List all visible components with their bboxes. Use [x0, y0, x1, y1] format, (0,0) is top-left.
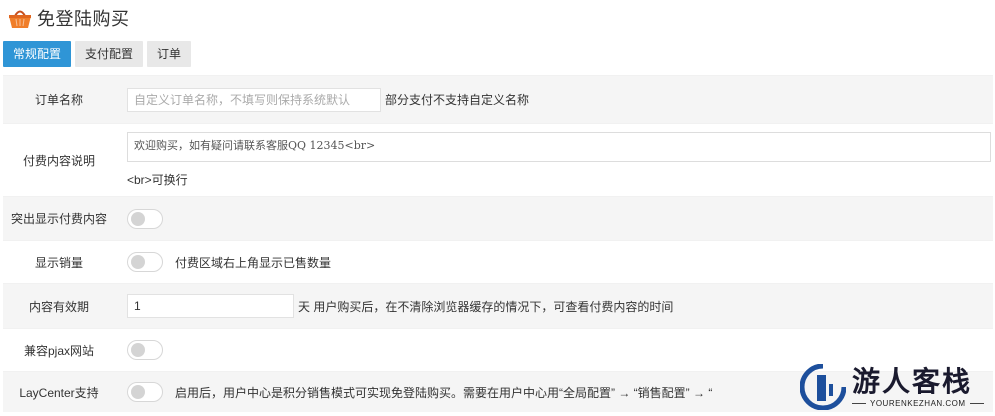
- tab-payment[interactable]: 支付配置: [75, 41, 144, 67]
- highlight-toggle[interactable]: [127, 208, 163, 229]
- order-name-label: 订单名称: [34, 93, 83, 107]
- laycenter-text: 启用后，用户中心是积分销售模式可实现免登陆购买。需要在用户中心用“全局配置” →…: [175, 385, 713, 400]
- tab-orders[interactable]: 订单: [147, 41, 192, 67]
- toggle-knob: [131, 343, 145, 357]
- content-desc-note: <br>可换行: [127, 173, 188, 187]
- show-sales-toggle[interactable]: [127, 252, 163, 272]
- content-desc-label: 付费内容说明: [22, 153, 95, 168]
- laycenter-toggle[interactable]: [127, 382, 163, 402]
- page-header: 免登陆购买: [8, 6, 130, 30]
- row-highlight: 突出显示付费内容: [3, 196, 993, 240]
- tab-general[interactable]: 常规配置: [3, 41, 72, 67]
- validity-label: 内容有效期: [28, 299, 89, 314]
- content-desc-textarea[interactable]: 欢迎购买，如有疑问请联系客服QQ 12345<br>: [127, 132, 991, 162]
- row-order-name: 订单名称 部分支付不支持自定义名称: [3, 75, 993, 123]
- row-content-desc: 付费内容说明 欢迎购买，如有疑问请联系客服QQ 12345<br> <br>可换…: [3, 123, 993, 196]
- row-show-sales: 显示销量 付费区域右上角显示已售数量: [3, 240, 993, 283]
- row-validity: 内容有效期 天 用户购买后，在不清除浏览器缓存的情况下，可查看付费内容的时间: [3, 283, 993, 328]
- toggle-knob: [131, 255, 145, 269]
- show-sales-label: 显示销量: [34, 255, 83, 270]
- pjax-toggle[interactable]: [127, 340, 163, 360]
- validity-help: 天 用户购买后，在不清除浏览器缓存的情况下，可查看付费内容的时间: [298, 299, 674, 314]
- site-watermark: 游人客栈 YOURENKEZHAN.COM: [800, 358, 995, 416]
- toggle-knob: [131, 211, 145, 226]
- basket-icon: [9, 10, 31, 28]
- watermark-url-text: YOURENKEZHAN.COM: [870, 398, 966, 408]
- page-title: 免登陆购买: [37, 9, 130, 29]
- watermark-text: 游人客栈: [852, 366, 973, 398]
- order-name-help: 部分支付不支持自定义名称: [385, 93, 530, 107]
- show-sales-text: 付费区域右上角显示已售数量: [175, 255, 332, 270]
- order-name-input[interactable]: [127, 87, 381, 112]
- validity-days-input[interactable]: [127, 294, 294, 318]
- watermark-logo-icon: [800, 364, 846, 410]
- tab-bar: 常规配置 支付配置 订单: [3, 41, 192, 67]
- laycenter-label: LayCenter支持: [19, 385, 99, 400]
- watermark-url: YOURENKEZHAN.COM: [852, 399, 984, 408]
- pjax-label: 兼容pjax网站: [23, 343, 94, 358]
- highlight-label: 突出显示付费内容: [10, 212, 107, 226]
- toggle-knob: [131, 385, 145, 399]
